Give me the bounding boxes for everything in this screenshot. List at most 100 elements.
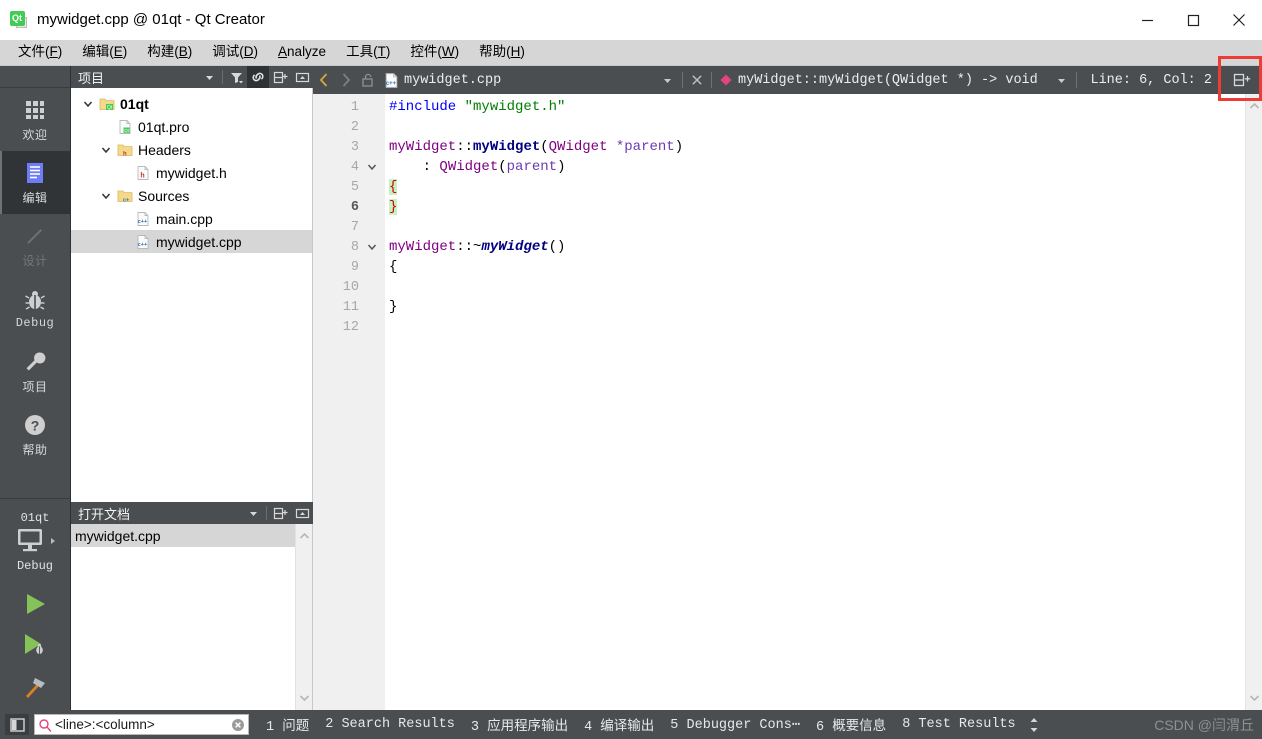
editor-scrollbar[interactable] bbox=[1245, 94, 1262, 710]
menu-build[interactable]: 构建(B) bbox=[138, 41, 201, 64]
code-token: ::~ bbox=[456, 239, 482, 255]
chevron-down-icon[interactable] bbox=[97, 144, 115, 156]
output-pane-issues[interactable]: 1 问题 bbox=[258, 714, 317, 735]
editor-file-selector[interactable]: c++ mywidget.cpp bbox=[379, 72, 679, 89]
tree-row-mywidget-cpp[interactable]: c++ mywidget.cpp bbox=[71, 230, 312, 253]
run-button[interactable] bbox=[0, 584, 70, 624]
opendocs-close-button[interactable] bbox=[291, 502, 313, 524]
sync-with-editor-button[interactable] bbox=[247, 66, 269, 88]
output-pane-general-messages[interactable]: 6 概要信息 bbox=[808, 714, 894, 735]
run-debug-button[interactable] bbox=[0, 624, 70, 664]
output-pane-compile-output[interactable]: 4 编译输出 bbox=[576, 714, 662, 735]
svg-text:h: h bbox=[123, 151, 127, 157]
tree-item-label: 01qt.pro bbox=[138, 118, 190, 135]
menu-debug[interactable]: 调试(D) bbox=[203, 41, 267, 64]
symbol-dropdown-arrow[interactable] bbox=[1050, 75, 1073, 86]
tree-item-label: main.cpp bbox=[156, 210, 213, 227]
code-text-area[interactable]: #include "mywidget.h" myWidget::myWidget… bbox=[385, 94, 1245, 710]
sidebar-item-help[interactable]: ? 帮助 bbox=[0, 403, 70, 466]
editor-file-dropdown-arrow[interactable] bbox=[656, 75, 679, 86]
menu-help[interactable]: 帮助(H) bbox=[470, 41, 534, 64]
code-line: #include "mywidget.h" bbox=[385, 97, 1245, 117]
toggle-sidebar-icon[interactable] bbox=[5, 714, 29, 735]
code-token: QWidget bbox=[548, 139, 616, 155]
sidebar-item-edit[interactable]: 编辑 bbox=[0, 151, 70, 214]
filter-icon[interactable] bbox=[225, 66, 247, 88]
menu-edit[interactable]: 编辑(E) bbox=[73, 41, 136, 64]
symbol-selector[interactable]: myWidget::myWidget(QWidget *) -> void bbox=[715, 73, 1073, 88]
svg-text:?: ? bbox=[31, 417, 40, 433]
split-editor-button[interactable] bbox=[1222, 66, 1262, 94]
sidebar-item-debug[interactable]: Debug bbox=[0, 277, 70, 340]
tree-row-header-file[interactable]: h mywidget.h bbox=[71, 161, 312, 184]
output-pane-debugger-console[interactable]: 5 Debugger Cons⋯ bbox=[662, 716, 808, 733]
code-token: myWidget bbox=[473, 139, 541, 155]
split-dock-button[interactable] bbox=[269, 66, 291, 88]
menu-tools[interactable]: 工具(T) bbox=[337, 41, 399, 64]
fold-marker-collapse[interactable] bbox=[363, 241, 381, 253]
maximize-button[interactable] bbox=[1170, 0, 1216, 40]
kit-selector[interactable]: 01qt Debug bbox=[0, 498, 70, 584]
chevron-down-icon[interactable] bbox=[79, 98, 97, 110]
document-lines-icon bbox=[23, 160, 47, 186]
editor-area[interactable]: 1 2 3 4 5 6 7 8 9 10 11 12 #include "myw… bbox=[313, 94, 1262, 710]
close-editor-icon[interactable] bbox=[686, 66, 708, 94]
tree-row-headers[interactable]: h Headers bbox=[71, 138, 312, 161]
chevron-down-icon[interactable] bbox=[97, 190, 115, 202]
mode-selector: 欢迎 编辑 设计 Debug 项目 ? 帮助 01qt Debug bbox=[0, 66, 71, 710]
up-down-arrows-icon[interactable] bbox=[1028, 716, 1040, 734]
tree-row-sources[interactable]: c+ Sources bbox=[71, 184, 312, 207]
menu-window[interactable]: 控件(W) bbox=[401, 41, 468, 64]
opendocs-dropdown-arrow[interactable] bbox=[242, 502, 264, 524]
list-item[interactable]: mywidget.cpp bbox=[71, 524, 295, 547]
opendocs-split-button[interactable] bbox=[269, 502, 291, 524]
tree-row-project[interactable]: Qt 01qt bbox=[71, 92, 312, 115]
scroll-down-arrow-icon[interactable] bbox=[1249, 689, 1260, 707]
toolbar-divider bbox=[222, 70, 223, 84]
open-document-label: mywidget.cpp bbox=[75, 527, 161, 544]
navigate-back-button[interactable] bbox=[313, 66, 335, 94]
sidebar-item-label: 编辑 bbox=[22, 190, 48, 205]
scroll-up-arrow-icon[interactable] bbox=[1249, 97, 1260, 115]
tree-row-pro-file[interactable]: Qt 01qt.pro bbox=[71, 115, 312, 138]
code-line: } bbox=[385, 297, 1245, 317]
scroll-up-arrow-icon[interactable] bbox=[299, 527, 310, 545]
menu-file[interactable]: 文件(F) bbox=[9, 41, 71, 64]
sidebar-item-design[interactable]: 设计 bbox=[0, 214, 70, 277]
editor-gutter[interactable]: 1 2 3 4 5 6 7 8 9 10 11 12 bbox=[313, 94, 385, 710]
kit-expand-arrow-icon bbox=[49, 533, 57, 551]
sidebar-item-welcome[interactable]: 欢迎 bbox=[0, 88, 70, 151]
scroll-down-arrow-icon[interactable] bbox=[299, 689, 310, 707]
line-number: 1 bbox=[350, 99, 359, 115]
clear-circle-icon[interactable] bbox=[231, 718, 245, 732]
tree-row-main-cpp[interactable]: c++ main.cpp bbox=[71, 207, 312, 230]
menu-analyze[interactable]: Analyze bbox=[269, 41, 335, 64]
code-token: ) bbox=[557, 159, 566, 175]
toolbar-divider bbox=[1076, 72, 1078, 88]
code-token: { bbox=[389, 179, 398, 195]
navigate-forward-button[interactable] bbox=[335, 66, 357, 94]
project-dock-header: 项目 bbox=[71, 66, 313, 88]
open-documents-list[interactable]: mywidget.cpp bbox=[71, 524, 313, 710]
sidebar-item-label: 项目 bbox=[22, 379, 48, 394]
build-hammer-button[interactable] bbox=[0, 664, 70, 710]
locator-input[interactable]: <line>:<column> bbox=[34, 714, 249, 735]
unlocked-padlock-icon[interactable] bbox=[357, 66, 379, 94]
menu-bar: 文件(F) 编辑(E) 构建(B) 调试(D) Analyze 工具(T) 控件… bbox=[0, 40, 1262, 66]
project-tree[interactable]: Qt 01qt Qt 01qt.pro h Headers h mywidget… bbox=[71, 88, 313, 502]
filter-dropdown-arrow[interactable] bbox=[198, 66, 220, 88]
opendocs-scrollbar[interactable] bbox=[295, 524, 312, 710]
code-token: :: bbox=[456, 139, 474, 155]
grid-icon bbox=[23, 97, 47, 123]
output-pane-test-results[interactable]: 8 Test Results bbox=[894, 717, 1023, 732]
minimize-dock-icon[interactable] bbox=[291, 66, 313, 88]
minimize-button[interactable] bbox=[1124, 0, 1170, 40]
fold-marker-collapse[interactable] bbox=[363, 161, 381, 173]
sidebar-item-projects[interactable]: 项目 bbox=[0, 340, 70, 403]
close-button[interactable] bbox=[1216, 0, 1262, 40]
output-pane-application-output[interactable]: 3 应用程序输出 bbox=[463, 714, 576, 735]
code-token: #include bbox=[389, 99, 465, 115]
output-pane-search-results[interactable]: 2 Search Results bbox=[317, 717, 463, 732]
